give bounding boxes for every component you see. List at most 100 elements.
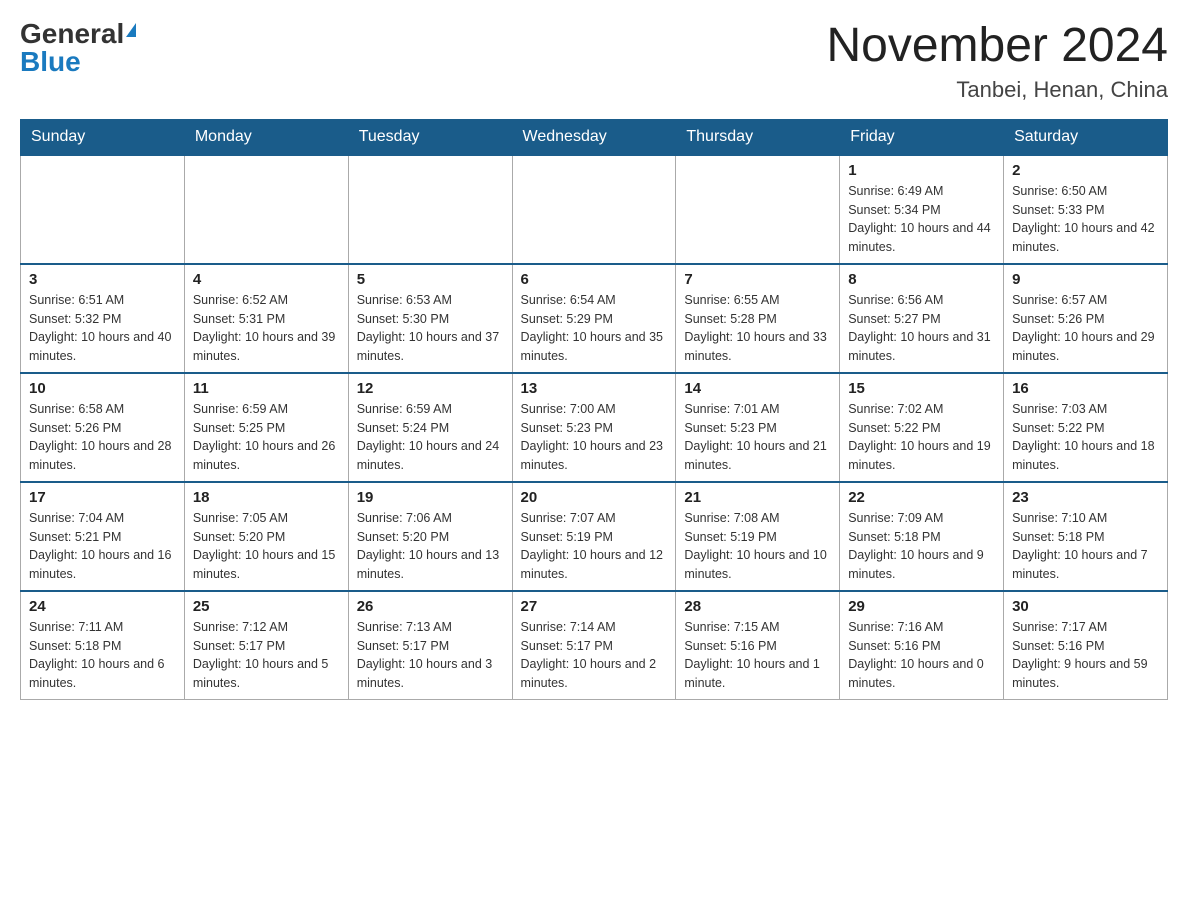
day-number: 10 [29, 380, 176, 397]
calendar-cell: 14Sunrise: 7:01 AMSunset: 5:23 PMDayligh… [676, 373, 840, 482]
day-info: Sunrise: 7:05 AMSunset: 5:20 PMDaylight:… [193, 509, 340, 584]
day-number: 25 [193, 598, 340, 615]
calendar-cell [184, 155, 348, 264]
col-header-saturday: Saturday [1004, 119, 1168, 155]
calendar-cell [512, 155, 676, 264]
calendar-cell: 13 Sunrise: 7:00 AMSunset: 5:23 PMDayligh… [512, 373, 676, 482]
calendar-cell: 8Sunrise: 6:56 AMSunset: 5:27 PMDaylight… [840, 264, 1004, 373]
calendar-cell: 22 Sunrise: 7:09 AMSunset: 5:18 PMDayligh… [840, 482, 1004, 591]
day-info: Sunrise: 7:12 AMSunset: 5:17 PMDaylight:… [193, 618, 340, 693]
day-info: Sunrise: 6:57 AMSunset: 5:26 PMDaylight:… [1012, 291, 1159, 366]
calendar-cell [676, 155, 840, 264]
day-info: Sunrise: 7:11 AMSunset: 5:18 PMDaylight:… [29, 618, 176, 693]
logo-triangle-icon [126, 23, 136, 37]
day-info: Sunrise: 7:00 AMSunset: 5:23 PMDaylight:… [521, 400, 668, 475]
day-info: Sunrise: 7:10 AMSunset: 5:18 PMDaylight:… [1012, 509, 1159, 584]
week-row-4: 17 Sunrise: 7:04 AMSunset: 5:21 PMDayligh… [21, 482, 1168, 591]
day-number: 15 [848, 380, 995, 397]
calendar-cell: 15Sunrise: 7:02 AMSunset: 5:22 PMDayligh… [840, 373, 1004, 482]
logo-blue: Blue [20, 46, 81, 77]
col-header-tuesday: Tuesday [348, 119, 512, 155]
day-info: Sunrise: 6:53 AMSunset: 5:30 PMDaylight:… [357, 291, 504, 366]
day-number: 5 [357, 271, 504, 288]
calendar-cell: 16 Sunrise: 7:03 AMSunset: 5:22 PMDayligh… [1004, 373, 1168, 482]
calendar-cell: 24 Sunrise: 7:11 AMSunset: 5:18 PMDayligh… [21, 591, 185, 700]
calendar-table: SundayMondayTuesdayWednesdayThursdayFrid… [20, 119, 1168, 700]
day-number: 7 [684, 271, 831, 288]
day-info: Sunrise: 6:52 AMSunset: 5:31 PMDaylight:… [193, 291, 340, 366]
day-info: Sunrise: 7:03 AMSunset: 5:22 PMDaylight:… [1012, 400, 1159, 475]
day-number: 4 [193, 271, 340, 288]
location-title: Tanbei, Henan, China [826, 77, 1168, 103]
week-row-3: 10Sunrise: 6:58 AMSunset: 5:26 PMDayligh… [21, 373, 1168, 482]
day-number: 1 [848, 162, 995, 179]
page-header: General Blue November 2024 Tanbei, Henan… [20, 20, 1168, 103]
day-info: Sunrise: 7:06 AMSunset: 5:20 PMDaylight:… [357, 509, 504, 584]
day-number: 22 [848, 489, 995, 506]
day-number: 16 [1012, 380, 1159, 397]
day-number: 19 [357, 489, 504, 506]
week-row-1: 1 Sunrise: 6:49 AMSunset: 5:34 PMDaylight… [21, 155, 1168, 264]
day-number: 30 [1012, 598, 1159, 615]
day-info: Sunrise: 6:49 AMSunset: 5:34 PMDaylight:… [848, 182, 995, 257]
calendar-cell [348, 155, 512, 264]
calendar-cell: 27Sunrise: 7:14 AMSunset: 5:17 PMDayligh… [512, 591, 676, 700]
day-number: 27 [521, 598, 668, 615]
day-number: 28 [684, 598, 831, 615]
day-number: 17 [29, 489, 176, 506]
calendar-cell: 12 Sunrise: 6:59 AMSunset: 5:24 PMDayligh… [348, 373, 512, 482]
logo: General Blue [20, 20, 136, 76]
day-number: 12 [357, 380, 504, 397]
day-info: Sunrise: 6:54 AMSunset: 5:29 PMDaylight:… [521, 291, 668, 366]
day-number: 11 [193, 380, 340, 397]
calendar-cell: 1 Sunrise: 6:49 AMSunset: 5:34 PMDaylight… [840, 155, 1004, 264]
calendar-cell: 11Sunrise: 6:59 AMSunset: 5:25 PMDayligh… [184, 373, 348, 482]
calendar-cell: 28 Sunrise: 7:15 AMSunset: 5:16 PMDayligh… [676, 591, 840, 700]
day-number: 9 [1012, 271, 1159, 288]
day-number: 29 [848, 598, 995, 615]
day-number: 24 [29, 598, 176, 615]
day-info: Sunrise: 6:51 AMSunset: 5:32 PMDaylight:… [29, 291, 176, 366]
calendar-cell: 21 Sunrise: 7:08 AMSunset: 5:19 PMDayligh… [676, 482, 840, 591]
day-info: Sunrise: 6:55 AMSunset: 5:28 PMDaylight:… [684, 291, 831, 366]
day-info: Sunrise: 7:17 AMSunset: 5:16 PMDaylight:… [1012, 618, 1159, 693]
col-header-monday: Monday [184, 119, 348, 155]
day-info: Sunrise: 7:13 AMSunset: 5:17 PMDaylight:… [357, 618, 504, 693]
day-info: Sunrise: 7:04 AMSunset: 5:21 PMDaylight:… [29, 509, 176, 584]
week-row-2: 3 Sunrise: 6:51 AMSunset: 5:32 PMDaylight… [21, 264, 1168, 373]
day-number: 3 [29, 271, 176, 288]
calendar-header-row: SundayMondayTuesdayWednesdayThursdayFrid… [21, 119, 1168, 155]
calendar-cell: 25 Sunrise: 7:12 AMSunset: 5:17 PMDayligh… [184, 591, 348, 700]
calendar-cell: 4 Sunrise: 6:52 AMSunset: 5:31 PMDaylight… [184, 264, 348, 373]
calendar-cell: 30 Sunrise: 7:17 AMSunset: 5:16 PMDayligh… [1004, 591, 1168, 700]
col-header-friday: Friday [840, 119, 1004, 155]
month-title: November 2024 [826, 20, 1168, 73]
day-number: 21 [684, 489, 831, 506]
day-info: Sunrise: 6:59 AMSunset: 5:24 PMDaylight:… [357, 400, 504, 475]
day-number: 13 [521, 380, 668, 397]
day-number: 18 [193, 489, 340, 506]
col-header-sunday: Sunday [21, 119, 185, 155]
calendar-cell: 6Sunrise: 6:54 AMSunset: 5:29 PMDaylight… [512, 264, 676, 373]
calendar-cell [21, 155, 185, 264]
title-area: November 2024 Tanbei, Henan, China [826, 20, 1168, 103]
calendar-cell: 29 Sunrise: 7:16 AMSunset: 5:16 PMDayligh… [840, 591, 1004, 700]
day-info: Sunrise: 7:09 AMSunset: 5:18 PMDaylight:… [848, 509, 995, 584]
day-info: Sunrise: 7:07 AMSunset: 5:19 PMDaylight:… [521, 509, 668, 584]
calendar-cell: 18 Sunrise: 7:05 AMSunset: 5:20 PMDayligh… [184, 482, 348, 591]
calendar-cell: 23 Sunrise: 7:10 AMSunset: 5:18 PMDayligh… [1004, 482, 1168, 591]
day-info: Sunrise: 7:16 AMSunset: 5:16 PMDaylight:… [848, 618, 995, 693]
calendar-cell: 26 Sunrise: 7:13 AMSunset: 5:17 PMDayligh… [348, 591, 512, 700]
calendar-cell: 17 Sunrise: 7:04 AMSunset: 5:21 PMDayligh… [21, 482, 185, 591]
calendar-cell: 5 Sunrise: 6:53 AMSunset: 5:30 PMDaylight… [348, 264, 512, 373]
day-number: 2 [1012, 162, 1159, 179]
day-number: 26 [357, 598, 504, 615]
day-info: Sunrise: 7:15 AMSunset: 5:16 PMDaylight:… [684, 618, 831, 693]
day-number: 23 [1012, 489, 1159, 506]
day-info: Sunrise: 6:50 AMSunset: 5:33 PMDaylight:… [1012, 182, 1159, 257]
logo-general: General [20, 20, 124, 48]
day-info: Sunrise: 7:01 AMSunset: 5:23 PMDaylight:… [684, 400, 831, 475]
calendar-cell: 9 Sunrise: 6:57 AMSunset: 5:26 PMDaylight… [1004, 264, 1168, 373]
calendar-cell: 20Sunrise: 7:07 AMSunset: 5:19 PMDayligh… [512, 482, 676, 591]
day-info: Sunrise: 7:08 AMSunset: 5:19 PMDaylight:… [684, 509, 831, 584]
